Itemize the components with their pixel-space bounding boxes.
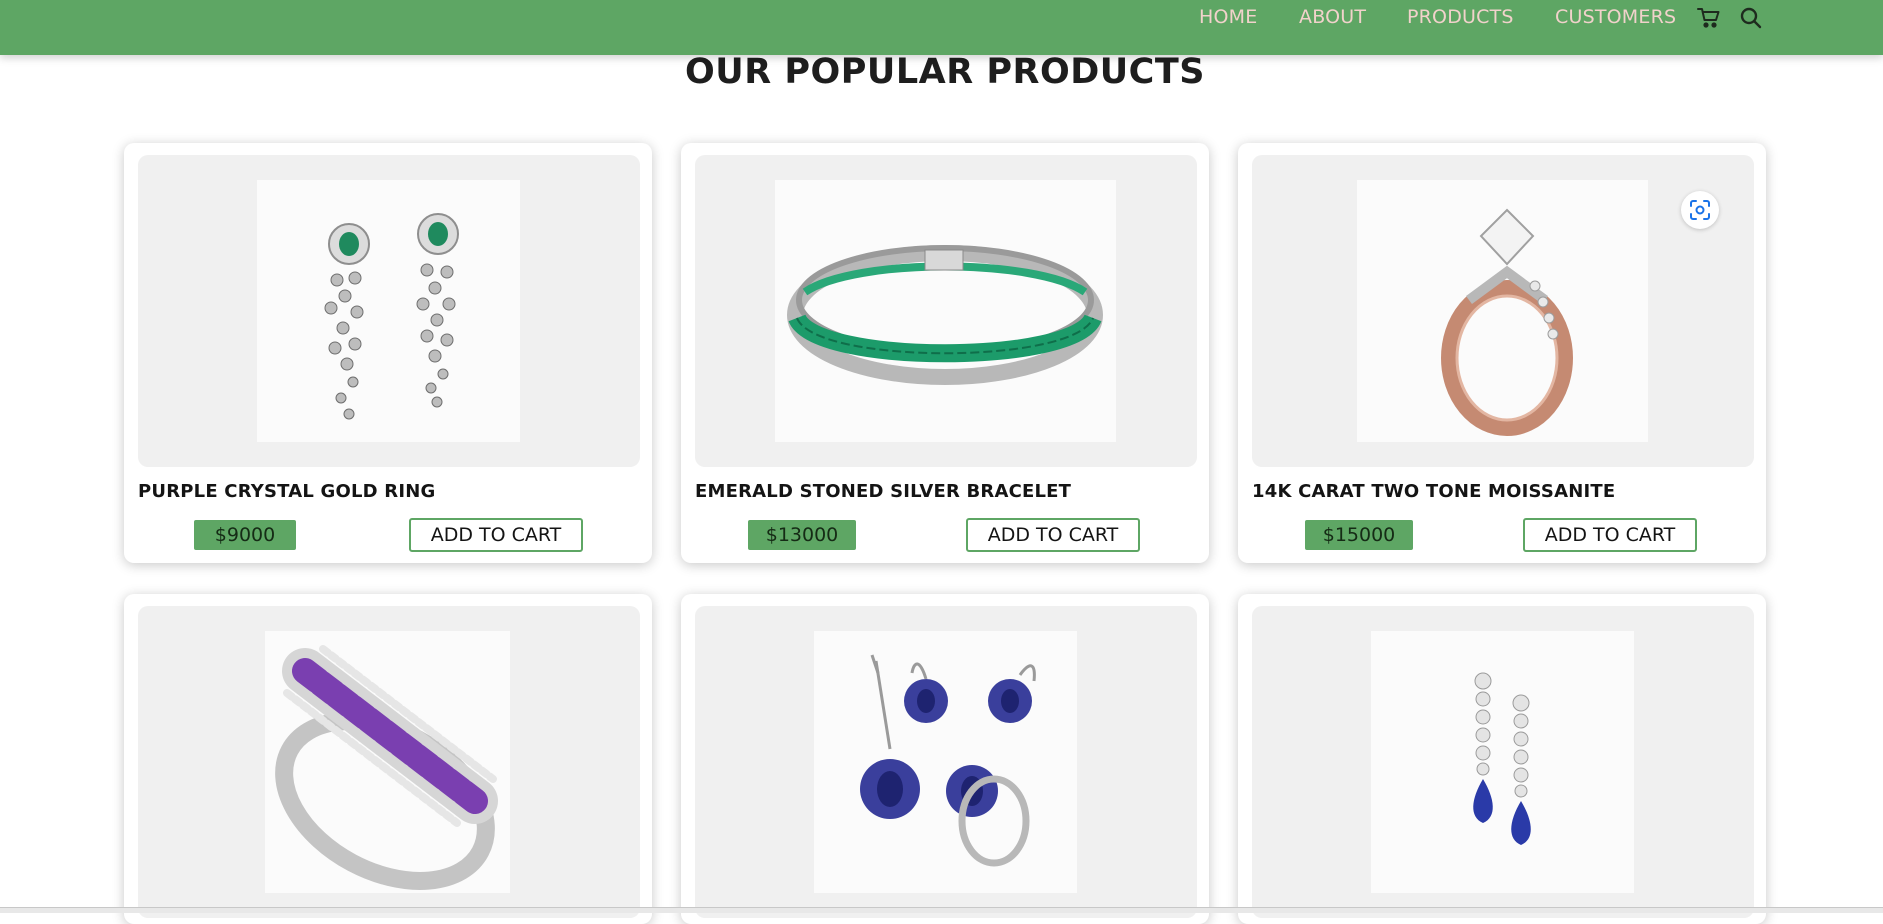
product-photo-emerald-bracelet	[775, 180, 1116, 442]
product-name: 14K CARAT TWO TONE MOISSANITE	[1252, 481, 1616, 502]
nav-link-customers[interactable]: CUSTOMERS	[1555, 6, 1676, 28]
cart-icon[interactable]	[1695, 4, 1723, 32]
viewport-bottom-edge	[0, 907, 1883, 913]
add-to-cart-button[interactable]: ADD TO CART	[1523, 518, 1697, 552]
product-photo-emerald-earrings	[257, 180, 520, 442]
search-icon[interactable]	[1737, 4, 1765, 32]
product-card	[681, 594, 1209, 924]
price-badge: $13000	[748, 520, 856, 550]
product-image-area[interactable]	[138, 155, 640, 467]
page-title: OUR POPULAR PRODUCTS	[685, 52, 1205, 92]
product-photo-moissanite-ring	[1357, 180, 1648, 442]
product-photo-amethyst-ring	[265, 631, 510, 893]
nav-link-home[interactable]: HOME	[1199, 6, 1257, 28]
product-image-area[interactable]	[138, 606, 640, 918]
product-image-area[interactable]	[1252, 155, 1754, 467]
product-card	[124, 594, 652, 924]
add-to-cart-button[interactable]: ADD TO CART	[966, 518, 1140, 552]
product-image-area[interactable]	[1252, 606, 1754, 918]
product-image-area[interactable]	[695, 606, 1197, 918]
product-image-area[interactable]	[695, 155, 1197, 467]
top-navbar: HOME ABOUT PRODUCTS CUSTOMERS	[0, 0, 1883, 55]
product-name: PURPLE CRYSTAL GOLD RING	[138, 481, 436, 502]
product-name: EMERALD STONED SILVER BRACELET	[695, 481, 1072, 502]
product-card: PURPLE CRYSTAL GOLD RING $9000 ADD TO CA…	[124, 143, 652, 563]
product-card: 14K CARAT TWO TONE MOISSANITE $15000 ADD…	[1238, 143, 1766, 563]
product-card	[1238, 594, 1766, 924]
product-photo-sapphire-drops	[1371, 631, 1634, 893]
nav-link-about[interactable]: ABOUT	[1299, 6, 1366, 28]
nav-link-products[interactable]: PRODUCTS	[1407, 6, 1514, 28]
add-to-cart-button[interactable]: ADD TO CART	[409, 518, 583, 552]
price-badge: $15000	[1305, 520, 1413, 550]
visual-search-lens-button[interactable]	[1681, 191, 1719, 229]
product-card: EMERALD STONED SILVER BRACELET $13000 AD…	[681, 143, 1209, 563]
price-badge: $9000	[194, 520, 296, 550]
product-photo-sapphire-set	[814, 631, 1077, 893]
